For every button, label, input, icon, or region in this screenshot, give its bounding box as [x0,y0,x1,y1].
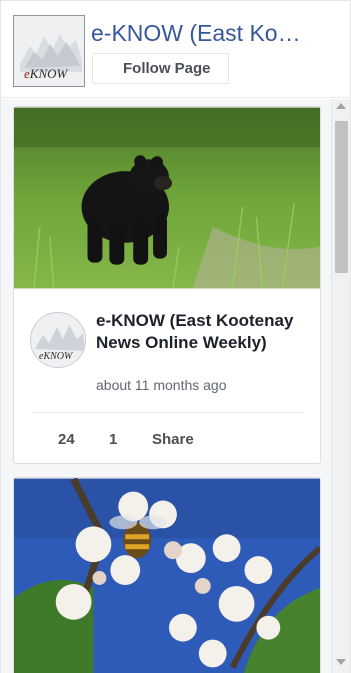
page-header: eKNOW e e-KNOW (East Kootenay News Onlin… [1,1,350,98]
post-timestamp[interactable]: about 11 months ago [96,377,227,393]
like-count[interactable]: 24 [58,431,75,448]
scroll-down-arrow-icon[interactable] [336,659,346,665]
page-title[interactable]: e-KNOW (East Kootenay News Online Weekly… [91,19,306,47]
post-divider [32,412,304,413]
logo-accent: e [24,66,30,81]
post-author-name[interactable]: e-KNOW (East Kootenay News Online Weekly… [96,310,306,354]
bee-on-blossom-photo-icon[interactable] [14,478,320,673]
eknow-logo-icon: eKNOW [31,313,85,367]
follow-page-button[interactable]: Follow Page [92,53,229,84]
author-avatar[interactable]: eKNOW [30,312,86,368]
follow-page-label: Follow Page [123,60,211,77]
black-bear-photo-icon[interactable] [14,107,320,289]
timeline-feed[interactable]: eKNOW e-KNOW (East Kootenay News Online … [1,99,331,673]
page-avatar[interactable]: eKNOW e [13,15,85,87]
scroll-up-arrow-icon[interactable] [336,103,346,109]
post-author-row: eKNOW e-KNOW (East Kootenay News Online … [14,302,320,412]
feed-scrollbar[interactable] [331,99,350,673]
svg-text:eKNOW: eKNOW [24,66,69,81]
post-actions: 24 1 Share [14,425,320,455]
scroll-thumb[interactable] [335,121,348,273]
share-button[interactable]: Share [152,431,194,448]
post-card [13,477,321,673]
facebook-page-widget: eKNOW e e-KNOW (East Kootenay News Onlin… [0,0,351,673]
comment-count[interactable]: 1 [109,431,117,448]
post-card: eKNOW e-KNOW (East Kootenay News Online … [13,106,321,464]
eknow-logo-icon: eKNOW e [14,16,84,86]
svg-text:eKNOW: eKNOW [39,351,74,362]
